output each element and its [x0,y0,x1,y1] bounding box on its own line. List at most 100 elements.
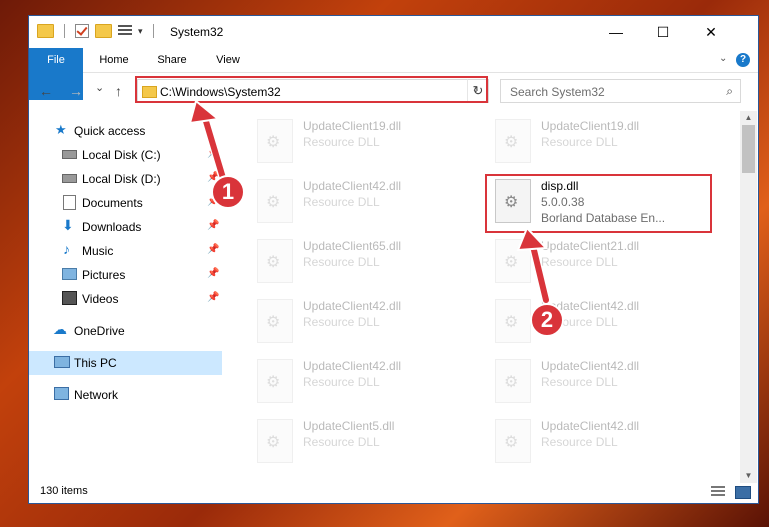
pin-icon[interactable]: 📌 [207,268,219,279]
videos-icon [62,291,77,305]
tab-share[interactable]: Share [147,48,197,72]
navigation-pane: ★ Quick access Local Disk (C:) 📌 Local D… [29,111,222,491]
forward-arrow-icon[interactable]: → [69,83,83,99]
sidebar-item-this-pc[interactable]: This PC [29,351,222,375]
file-type: Resource DLL [303,135,380,149]
scroll-thumb[interactable] [742,125,755,173]
file-name: UpdateClient42.dll [303,299,402,313]
cloud-icon: ☁ [53,321,67,337]
sidebar-item-pictures[interactable]: Pictures 📌 [29,263,222,287]
sidebar-item-quick-access[interactable]: ★ Quick access [29,119,222,143]
sidebar-item-music[interactable]: ♪ Music 📌 [29,239,222,263]
star-icon: ★ [55,122,67,137]
dll-file-icon [257,179,293,223]
file-type: Resource DLL [303,375,380,389]
quick-access-toolbar: ▾ [37,24,158,38]
computer-icon [54,356,70,368]
close-button[interactable]: ✕ [688,16,734,48]
file-name: UpdateClient5.dll [303,419,395,433]
large-icons-view-icon[interactable] [735,486,751,499]
dll-file-icon [495,119,531,163]
scroll-up-icon[interactable]: ▲ [740,111,757,125]
new-folder-icon[interactable] [95,24,112,38]
sidebar-item-label: OneDrive [74,324,125,338]
file-name: UpdateClient42.dll [303,359,402,373]
status-bar: 130 items [29,481,758,504]
pin-icon[interactable]: 📌 [207,292,219,303]
properties-check-icon[interactable] [75,24,89,38]
properties-icon[interactable] [118,25,132,37]
sidebar-item-label: Network [74,388,119,402]
search-box[interactable]: Search System32 ⌕ [500,79,741,103]
dll-file-icon [495,239,531,283]
sidebar-item-onedrive[interactable]: ☁ OneDrive [29,319,222,343]
ribbon-tabs: File Home Share View [29,48,758,100]
file-list: UpdateClient19.dll Resource DLL UpdateCl… [223,111,739,481]
music-icon: ♪ [63,241,70,257]
file-name: UpdateClient21.dll [541,239,640,253]
sidebar-item-label: This PC [74,356,117,370]
folder-icon [37,24,54,38]
sidebar-item-label: Pictures [82,268,126,282]
recent-locations-icon[interactable]: ⌄ [95,81,104,94]
file-item[interactable]: UpdateClient19.dll Resource DLL [489,115,719,167]
sidebar-item-local-disk-c[interactable]: Local Disk (C:) 📌 [29,143,222,167]
sidebar-item-videos[interactable]: Videos 📌 [29,287,222,311]
file-item[interactable]: UpdateClient42.dll Resource DLL [251,175,481,227]
file-type: Resource DLL [541,375,618,389]
sidebar-item-label: Downloads [82,220,142,234]
file-item[interactable]: UpdateClient21.dll Resource DLL [489,235,719,287]
file-name: UpdateClient19.dll [541,119,640,133]
file-item[interactable]: UpdateClient19.dll Resource DLL [251,115,481,167]
sidebar-item-label: Local Disk (D:) [82,172,161,186]
back-arrow-icon[interactable]: ← [39,83,53,99]
pin-icon[interactable]: 📌 [207,148,219,159]
customize-toolbar-icon[interactable]: ▾ [138,26,143,37]
pictures-icon [62,268,77,280]
file-type: Resource DLL [541,435,618,449]
file-type: Resource DLL [303,315,380,329]
up-arrow-icon[interactable]: ↑ [115,83,122,99]
sidebar-item-documents[interactable]: Documents 📌 [29,191,222,215]
file-item[interactable]: UpdateClient42.dll Resource DLL [489,415,719,467]
expand-ribbon-icon[interactable]: ⌄ [719,53,727,64]
drive-icon [62,174,77,183]
tab-view[interactable]: View [205,48,251,72]
address-bar-highlight [135,76,488,103]
vertical-scrollbar[interactable]: ▲ ▼ [740,111,757,483]
file-highlight [485,174,712,233]
sidebar-item-local-disk-d[interactable]: Local Disk (D:) 📌 [29,167,222,191]
details-view-icon[interactable] [711,486,725,497]
minimize-button[interactable]: — [593,16,639,48]
pin-icon[interactable]: 📌 [207,244,219,255]
file-type: Resource DLL [303,195,380,209]
file-item[interactable]: UpdateClient65.dll Resource DLL [251,235,481,287]
toolbar-divider [64,24,65,38]
search-icon[interactable]: ⌕ [726,84,733,99]
file-name: UpdateClient65.dll [303,239,402,253]
dll-file-icon [257,239,293,283]
file-name: UpdateClient42.dll [541,359,640,373]
documents-icon [63,195,76,210]
help-icon[interactable]: ? [736,53,750,67]
sidebar-item-downloads[interactable]: ⬇ Downloads 📌 [29,215,222,239]
file-item[interactable]: UpdateClient42.dll Resource DLL [251,355,481,407]
sidebar-item-network[interactable]: Network [29,383,222,407]
file-type: Resource DLL [541,255,618,269]
search-placeholder[interactable]: Search System32 [510,85,605,99]
maximize-button[interactable]: ☐ [640,16,686,48]
file-item[interactable]: UpdateClient42.dll Resource DLL [251,295,481,347]
window-title: System32 [170,25,224,39]
file-item[interactable]: UpdateClient42.dll Resource DLL [489,295,719,347]
file-item[interactable]: UpdateClient5.dll Resource DLL [251,415,481,467]
title-bar: ▾ System32 — ☐ ✕ [29,16,758,48]
pin-icon[interactable]: 📌 [207,220,219,231]
file-item[interactable]: UpdateClient42.dll Resource DLL [489,355,719,407]
sidebar-item-label: Quick access [74,124,146,138]
dll-file-icon [257,419,293,463]
sidebar-item-label: Music [82,244,114,258]
item-count: 130 items [40,485,88,497]
dll-file-icon [257,119,293,163]
dll-file-icon [257,299,293,343]
tab-home[interactable]: Home [89,48,139,72]
